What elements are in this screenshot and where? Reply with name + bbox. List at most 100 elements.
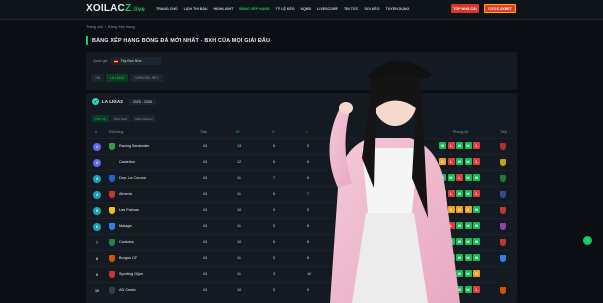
rank-badge: 5 <box>93 206 101 215</box>
nav-item-4[interactable]: TỶ LỆ KÈO <box>276 7 295 11</box>
played-count: 24 <box>203 256 208 260</box>
club-crest-icon <box>109 159 115 166</box>
club-name[interactable]: Cordoba <box>119 240 134 244</box>
next-opponent-crest-icon[interactable] <box>500 175 506 182</box>
league-tabs: Tất LA LIGA2 COPA DEL REY <box>91 74 163 82</box>
breadcrumb-home[interactable]: Trang chủ <box>86 25 103 29</box>
form-badge: L <box>473 142 480 149</box>
breadcrumb: Trang chủ / Bảng Xếp Hạng <box>86 25 135 29</box>
bet-button[interactable]: CƯỢC 8XBET <box>484 4 516 13</box>
draw-count: 7 <box>273 176 276 180</box>
club-name[interactable]: Castellon <box>119 160 135 164</box>
league-tab-2[interactable]: COPA DEL REY <box>130 74 163 82</box>
next-opponent-crest-icon[interactable] <box>500 143 506 150</box>
club-crest-icon <box>109 255 115 262</box>
club-name[interactable]: Sporting Gijon <box>119 272 143 276</box>
win-count: 12 <box>237 160 242 164</box>
club-crest-icon <box>109 207 115 214</box>
club-name[interactable]: AD Ceuta <box>119 288 135 292</box>
club-crest-icon <box>109 271 115 278</box>
next-opponent-crest-icon[interactable] <box>500 271 506 278</box>
played-count: 24 <box>203 288 208 292</box>
nav-item-6[interactable]: LIVESCORE <box>317 7 338 11</box>
win-count: 11 <box>237 176 241 180</box>
nav-item-7[interactable]: TIN TỨC <box>344 7 359 11</box>
form-badge: D <box>473 270 480 277</box>
top-navigation-bar: XOILACZ.live TRANG CHỦ LỊCH THI ĐẤU HIGHLI… <box>0 0 603 20</box>
page-title: BẢNG XẾP HẠNG BÓNG ĐÁ MỚI NHẤT - BXH CỦA… <box>86 36 270 45</box>
league-tab-0[interactable]: Tất <box>91 74 104 82</box>
next-opponent-crest-icon[interactable] <box>500 255 506 262</box>
nav-item-5[interactable]: KQBD <box>301 7 312 11</box>
played-count: 24 <box>203 240 208 244</box>
club-crest-icon <box>109 223 115 230</box>
header-played: Trận <box>200 130 208 134</box>
club-name[interactable]: Almeria <box>119 192 132 196</box>
form-badge: L <box>473 286 480 293</box>
played-count: 24 <box>203 224 208 228</box>
draw-count: 6 <box>273 160 276 164</box>
nav-item-0[interactable]: TRANG CHỦ <box>156 7 178 11</box>
rank-badge: 1 <box>93 142 101 151</box>
club-name[interactable]: Las Palmas <box>119 208 139 212</box>
next-opponent-crest-icon[interactable] <box>500 159 506 166</box>
club-name[interactable]: Burgos CF <box>119 256 137 260</box>
club-name[interactable]: Dep. La Coruna <box>119 176 146 180</box>
draw-count: 6 <box>273 192 276 196</box>
top-bookmaker-button[interactable]: TOP NHÀ CÁI <box>451 4 479 13</box>
nav-item-9[interactable]: TUYỂN DỤNG <box>386 7 410 11</box>
win-count: 10 <box>237 208 242 212</box>
form-badge: L <box>473 158 480 165</box>
main-nav: TRANG CHỦ LỊCH THI ĐẤU HIGHLIGHT BẢNG XẾP H… <box>156 7 409 11</box>
venue-tab-0[interactable]: TẤT CẢ <box>92 115 109 122</box>
club-crest-icon <box>109 191 115 198</box>
next-opponent-crest-icon[interactable] <box>500 207 506 214</box>
season-select[interactable]: 2025 - 2026 <box>128 98 156 105</box>
next-opponent-crest-icon[interactable] <box>500 287 506 294</box>
next-opponent-crest-icon[interactable] <box>500 223 506 230</box>
next-opponent-crest-icon[interactable] <box>500 191 506 198</box>
header-club: Đội bóng <box>109 130 124 134</box>
nav-item-8[interactable]: SOI KÈO <box>365 7 380 11</box>
club-crest-icon <box>109 287 115 294</box>
form-badge: W <box>473 174 480 181</box>
country-value: Tây Ban Nha <box>120 59 142 63</box>
form-badge: L <box>473 190 480 197</box>
club-crest-icon <box>109 175 115 182</box>
header-win: W <box>236 130 240 134</box>
page-title-text: BẢNG XẾP HẠNG BÓNG ĐÁ MỚI NHẤT - BXH CỦA… <box>92 37 271 44</box>
club-name[interactable]: Malaga <box>119 224 131 228</box>
rank-badge: 7 <box>96 240 98 245</box>
club-name[interactable]: Racing Santander <box>119 144 149 148</box>
played-count: 24 <box>203 272 208 276</box>
nav-item-3[interactable]: BẢNG XẾP HẠNG <box>239 7 269 11</box>
form-badge: W <box>473 254 480 261</box>
country-select[interactable]: Tây Ban Nha <box>110 57 163 65</box>
win-count: 11 <box>237 224 241 228</box>
league-logo-icon: ✓ <box>92 98 99 105</box>
venue-tab-1[interactable]: SÂN NHÀ <box>110 115 130 122</box>
country-label: Quốc gia <box>93 59 108 63</box>
rank-badge: 3 <box>93 174 101 183</box>
played-count: 24 <box>203 160 208 164</box>
spain-flag-icon <box>114 59 119 63</box>
win-count: 11 <box>237 272 241 276</box>
draw-count: 9 <box>273 208 276 212</box>
nav-item-1[interactable]: LỊCH THI ĐẤU <box>184 7 208 11</box>
nav-item-2[interactable]: HIGHLIGHT <box>214 7 234 11</box>
draw-count: 3 <box>273 272 276 276</box>
form-badge: W <box>473 222 480 229</box>
played-count: 24 <box>203 208 208 212</box>
rank-badge: 4 <box>93 190 101 199</box>
scroll-to-top-button[interactable]: ↑ <box>583 236 592 245</box>
draw-count: 5 <box>273 288 276 292</box>
rank-badge: 10 <box>95 288 99 293</box>
win-count: 10 <box>237 288 242 292</box>
next-opponent-crest-icon[interactable] <box>500 239 506 246</box>
league-name: LA LIGA2 <box>102 99 123 104</box>
league-tab-1[interactable]: LA LIGA2 <box>105 74 129 82</box>
site-logo[interactable]: XOILACZ.live <box>86 3 145 14</box>
rank-badge: 9 <box>96 272 98 277</box>
form-badge: W <box>473 206 480 213</box>
venue-tab-2[interactable]: SÂN KHÁCH <box>131 115 156 122</box>
